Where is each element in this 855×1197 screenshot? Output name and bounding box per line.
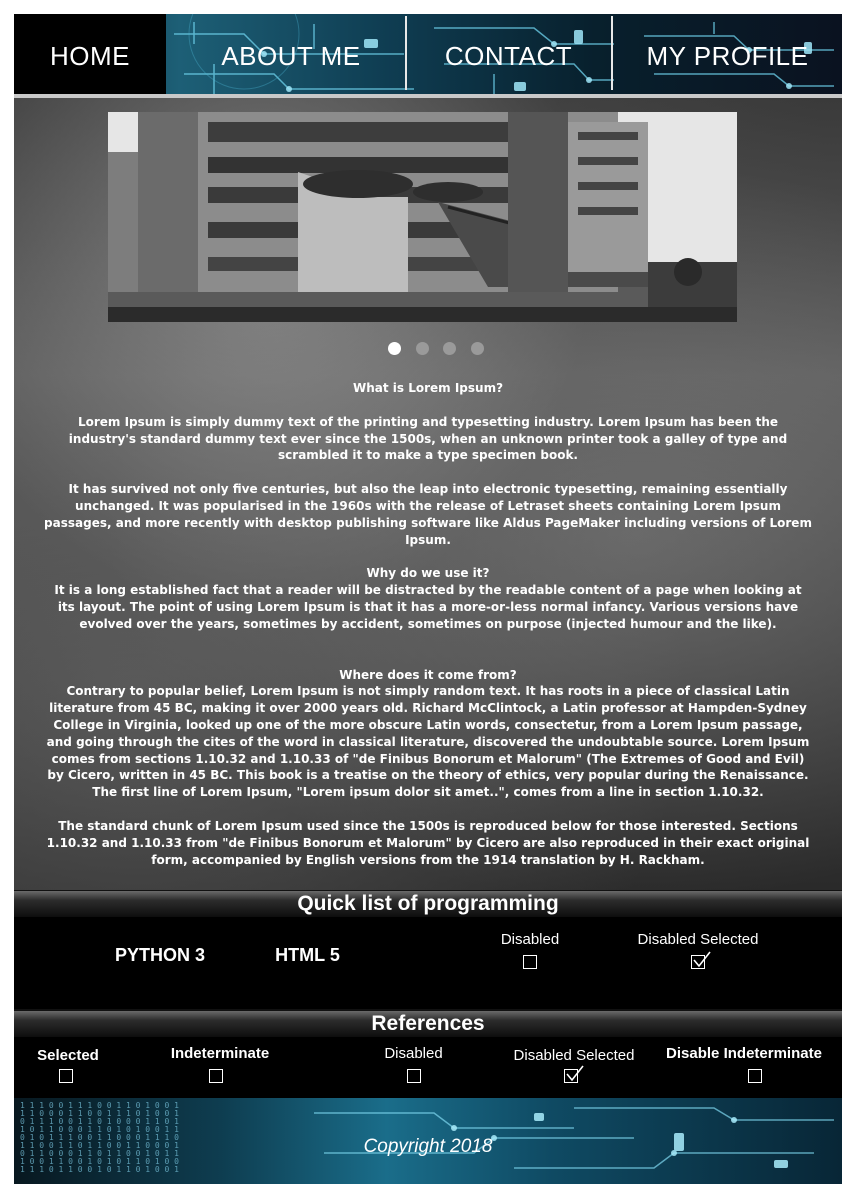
ref-disable-indeterminate-checkbox[interactable] bbox=[748, 1069, 762, 1083]
checkmark-icon bbox=[693, 951, 711, 968]
ref-selected-checkbox[interactable] bbox=[59, 1069, 73, 1083]
disabled-checkbox[interactable] bbox=[523, 955, 537, 969]
carousel-dot-2[interactable] bbox=[416, 342, 429, 355]
page-frame: HOME ABOUT ME CONTACT MY PROFILE What is… bbox=[14, 14, 842, 1184]
nav-about-me[interactable]: ABOUT ME bbox=[176, 14, 406, 98]
heading-what: What is Lorem Ipsum? bbox=[352, 381, 504, 395]
disabled-selected-label: Disabled Selected bbox=[637, 931, 759, 948]
main-content: What is Lorem Ipsum? Lorem Ipsum is simp… bbox=[14, 98, 842, 890]
carousel-slide[interactable] bbox=[108, 112, 737, 322]
nav-contact[interactable]: CONTACT bbox=[407, 14, 610, 98]
programming-section: PYTHON 3 HTML 5 Disabled Disabled Select… bbox=[14, 917, 842, 1009]
building-photo bbox=[108, 112, 737, 322]
paragraph-3: It is a long established fact that a rea… bbox=[54, 583, 802, 631]
carousel-dot-3[interactable] bbox=[443, 342, 456, 355]
copyright-text: Copyright 2018 bbox=[363, 1136, 493, 1157]
top-nav: HOME ABOUT ME CONTACT MY PROFILE bbox=[14, 14, 842, 98]
heading-where: Where does it come from? bbox=[339, 667, 517, 682]
article-text: What is Lorem Ipsum? Lorem Ipsum is simp… bbox=[44, 380, 812, 868]
references-section: Selected Indeterminate Disabled Disabled… bbox=[14, 1037, 842, 1098]
paragraph-1: Lorem Ipsum is simply dummy text of the … bbox=[68, 414, 788, 463]
disabled-selected-checkbox[interactable] bbox=[691, 951, 711, 969]
carousel-dot-4[interactable] bbox=[471, 342, 484, 355]
programming-item-html: HTML 5 bbox=[275, 945, 340, 965]
footer: 1 1 1 0 0 1 1 1 0 0 1 1 0 1 0 0 11 1 0 0… bbox=[14, 1098, 842, 1184]
ref-disabled-label: Disabled bbox=[384, 1045, 443, 1062]
carousel-dot-1[interactable] bbox=[388, 342, 401, 355]
paragraph-4: Contrary to popular belief, Lorem Ipsum … bbox=[46, 684, 810, 800]
paragraph-5: The standard chunk of Lorem Ipsum used s… bbox=[46, 818, 810, 867]
nav-my-profile[interactable]: MY PROFILE bbox=[613, 14, 842, 98]
references-title-bar: References bbox=[14, 1011, 842, 1037]
heading-why: Why do we use it? bbox=[366, 566, 490, 581]
paragraph-2: It has survived not only five centuries,… bbox=[44, 482, 812, 547]
ref-disabled-selected-checkbox[interactable] bbox=[564, 1065, 584, 1083]
ref-disabled-checkbox[interactable] bbox=[407, 1069, 421, 1083]
carousel-indicators bbox=[387, 342, 487, 356]
nav-home[interactable]: HOME bbox=[14, 14, 166, 98]
ref-selected-label: Selected bbox=[37, 1047, 99, 1064]
ref-disable-indeterminate-label: Disable Indeterminate bbox=[666, 1045, 822, 1062]
ref-indeterminate-checkbox[interactable] bbox=[209, 1069, 223, 1083]
checkmark-icon bbox=[566, 1065, 584, 1082]
ref-disabled-selected-label: Disabled Selected bbox=[513, 1047, 635, 1064]
references-title: References bbox=[371, 1012, 485, 1035]
programming-title-bar: Quick list of programming bbox=[14, 891, 842, 917]
disabled-label: Disabled bbox=[500, 931, 560, 948]
programming-title: Quick list of programming bbox=[297, 892, 559, 915]
programming-item-python: PYTHON 3 bbox=[114, 945, 206, 965]
ref-indeterminate-label: Indeterminate bbox=[170, 1045, 270, 1062]
